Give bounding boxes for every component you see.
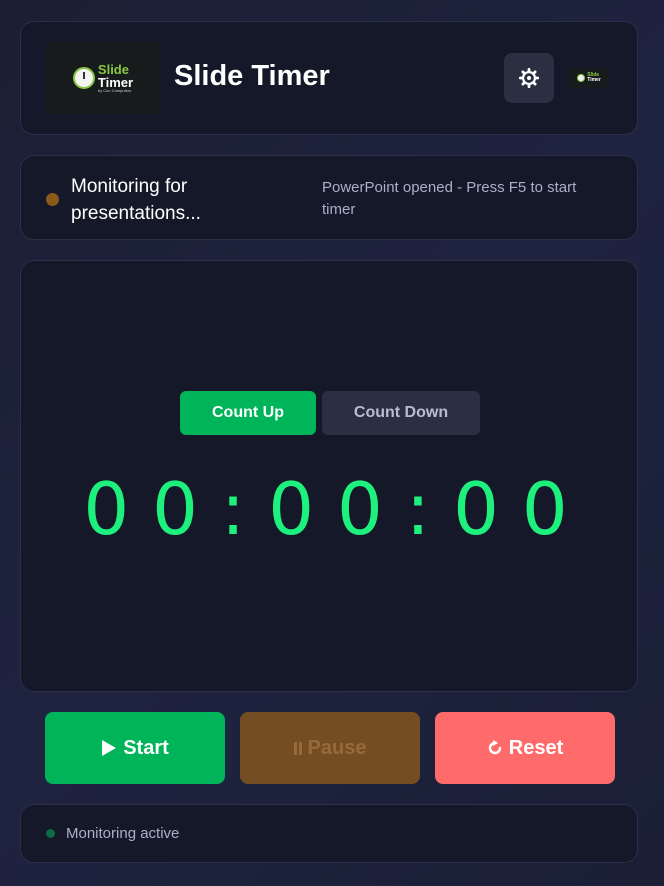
clock-logo-icon — [72, 67, 95, 89]
mini-logo-text-timer: Timer — [587, 77, 601, 83]
count-up-button[interactable]: Count Up — [180, 391, 316, 435]
status-panel: Monitoring for presentations... PowerPoi… — [20, 155, 638, 240]
reset-button-label: Reset — [508, 736, 564, 759]
app-logo: Slide Timer by Cun Computers — [46, 42, 160, 114]
app-title: Slide Timer — [174, 60, 330, 92]
pause-icon — [293, 741, 302, 755]
timer-panel: Count Up Count Down 00:00:00 — [20, 260, 638, 692]
reset-button[interactable]: Reset — [435, 712, 615, 784]
gear-icon — [518, 67, 540, 89]
logo-byline: by Cun Computers — [97, 88, 132, 93]
pause-button-label: Pause — [307, 736, 367, 759]
status-indicator-dot — [46, 193, 59, 206]
monitoring-indicator-dot — [46, 829, 55, 838]
start-button[interactable]: Start — [45, 712, 225, 784]
play-icon — [102, 740, 117, 756]
start-button-label: Start — [123, 736, 169, 759]
timer-display: 00:00:00 — [83, 467, 591, 551]
footer-status-bar: Monitoring active — [20, 804, 638, 863]
count-down-button[interactable]: Count Down — [322, 391, 480, 435]
mini-clock-icon — [577, 74, 586, 82]
status-detail: PowerPoint opened - Press F5 to start ti… — [322, 179, 577, 218]
monitoring-status-text: Monitoring active — [66, 825, 180, 842]
status-text: Monitoring for presentations... — [71, 176, 201, 224]
app-header: Slide Timer by Cun Computers Slide Timer — [20, 21, 638, 135]
settings-button[interactable] — [504, 53, 554, 103]
refresh-icon — [488, 740, 501, 755]
mini-logo: Slide Timer — [569, 68, 609, 88]
pause-button[interactable]: Pause — [240, 712, 420, 784]
